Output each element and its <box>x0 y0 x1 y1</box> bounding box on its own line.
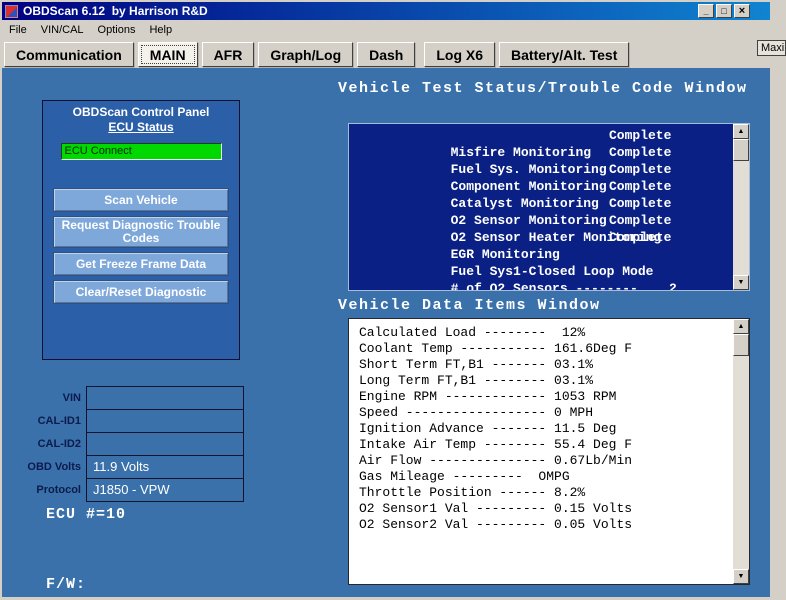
test-status-scrollbar[interactable]: ▲ ▼ <box>733 124 749 290</box>
menu-item[interactable]: Options <box>91 20 143 40</box>
panel-button[interactable]: Clear/Reset Diagnostic <box>53 280 229 304</box>
panel-button[interactable]: Request Diagnostic Trouble Codes <box>53 216 229 248</box>
panel-button[interactable]: Get Freeze Frame Data <box>53 252 229 276</box>
data-item-row[interactable]: O2 Sensor2 Val --------- 0.05 Volts <box>359 517 733 533</box>
field-label: CAL-ID1 <box>4 409 86 433</box>
field-label: OBD Volts <box>4 455 86 479</box>
data-item-row[interactable]: Intake Air Temp -------- 55.4 Deg F <box>359 437 733 453</box>
scroll-thumb[interactable] <box>733 139 749 161</box>
field-value-box[interactable] <box>86 386 244 410</box>
data-items-rows: Calculated Load -------- 12% Coolant Tem… <box>349 319 733 584</box>
test-result: Complete <box>609 212 671 229</box>
field-value-box[interactable]: J1850 - VPW <box>86 478 244 502</box>
control-panel-title: OBDScan Control Panel <box>43 105 239 119</box>
scroll-down-icon[interactable]: ▼ <box>733 275 749 290</box>
field-label: CAL-ID2 <box>4 432 86 456</box>
test-status-heading: Vehicle Test Status/Trouble Code Window <box>338 80 748 97</box>
data-item-row[interactable]: Throttle Position ------ 8.2% <box>359 485 733 501</box>
tab[interactable]: Communication <box>4 42 134 67</box>
test-result: Complete <box>609 195 671 212</box>
field-row: CAL-ID2 <box>4 432 254 456</box>
data-items-listbox[interactable]: Calculated Load -------- 12% Coolant Tem… <box>348 318 750 585</box>
field-row: Protocol J1850 - VPW <box>4 478 254 502</box>
field-value-box[interactable] <box>86 432 244 456</box>
test-status-row[interactable]: EGR Monitoring Complete <box>357 229 733 246</box>
test-status-row[interactable]: # of O2 Sensors -------- 2 <box>357 263 733 280</box>
scroll-down-icon[interactable]: ▼ <box>733 569 749 584</box>
field-row: OBD Volts 11.9 Volts <box>4 455 254 479</box>
data-item-row[interactable]: Short Term FT,B1 ------- 03.1% <box>359 357 733 373</box>
scroll-up-icon[interactable]: ▲ <box>733 319 749 334</box>
field-row: CAL-ID1 <box>4 409 254 433</box>
test-status-row[interactable]: O2 Sensor Heater Monitoring Complete <box>357 212 733 229</box>
edge-tooltip: Maxim <box>757 40 786 56</box>
data-item-row[interactable]: Ignition Advance ------- 11.5 Deg <box>359 421 733 437</box>
data-item-row[interactable]: Gas Mileage --------- OMPG <box>359 469 733 485</box>
data-item-row[interactable]: Calculated Load -------- 12% <box>359 325 733 341</box>
ecu-status-field: ECU Connect <box>61 143 222 160</box>
tab[interactable]: MAIN <box>138 42 198 67</box>
title-bar[interactable]: OBDScan 6.12 by Harrison R&D _ □ × <box>2 2 770 20</box>
test-status-row[interactable]: Fuel Sys. Monitoring Complete <box>357 144 733 161</box>
test-status-row[interactable]: Catalyst Monitoring Complete <box>357 178 733 195</box>
test-status-row[interactable]: Fuel Sys1-Closed Loop Mode <box>357 246 733 263</box>
test-result: Complete <box>609 229 671 246</box>
test-status-row[interactable]: OBDII <box>357 280 733 290</box>
firmware-label: F/W: <box>46 576 86 593</box>
field-value-box[interactable]: 11.9 Volts <box>86 455 244 479</box>
field-value-box[interactable] <box>86 409 244 433</box>
app-icon <box>5 5 18 18</box>
tab[interactable]: Battery/Alt. Test <box>499 42 629 67</box>
data-items-scrollbar[interactable]: ▲ ▼ <box>733 319 749 584</box>
test-result: Complete <box>609 178 671 195</box>
app-window: OBDScan 6.12 by Harrison R&D _ □ × File … <box>0 0 786 600</box>
close-button[interactable]: × <box>734 4 750 18</box>
test-status-row[interactable]: Misfire Monitoring Complete <box>357 127 733 144</box>
tab[interactable]: Graph/Log <box>258 42 353 67</box>
data-item-row[interactable]: Engine RPM ------------- 1053 RPM <box>359 389 733 405</box>
tab-strip: Communication MAIN AFR Graph/Log Dash Lo… <box>2 40 770 68</box>
ecu-count-text: ECU #=10 <box>46 506 126 523</box>
menu-item[interactable]: VIN/CAL <box>34 20 91 40</box>
data-item-row[interactable]: Long Term FT,B1 -------- 03.1% <box>359 373 733 389</box>
ecu-status-label: ECU Status <box>43 120 239 134</box>
data-item-row[interactable]: Speed ------------------ 0 MPH <box>359 405 733 421</box>
window-title: OBDScan 6.12 by Harrison R&D <box>23 4 208 18</box>
menu-item[interactable]: Help <box>142 20 179 40</box>
tab[interactable]: Log X6 <box>424 42 495 67</box>
panel-buttons: Scan Vehicle Request Diagnostic Trouble … <box>43 188 239 304</box>
menu-item[interactable]: File <box>2 20 34 40</box>
main-form: OBDScan Control Panel ECU Status ECU Con… <box>2 68 770 597</box>
test-result: Complete <box>609 144 671 161</box>
test-status-listbox[interactable]: Misfire Monitoring Complete Fuel Sys. Mo… <box>348 123 750 291</box>
test-status-row[interactable]: O2 Sensor Monitoring Complete <box>357 195 733 212</box>
minimize-button[interactable]: _ <box>698 4 714 18</box>
test-result: Complete <box>609 161 671 178</box>
test-result: Complete <box>609 127 671 144</box>
field-label: VIN <box>4 386 86 410</box>
maximize-button[interactable]: □ <box>716 4 732 18</box>
tab[interactable]: AFR <box>202 42 255 67</box>
scroll-thumb[interactable] <box>733 334 749 356</box>
test-status-rows: Misfire Monitoring Complete Fuel Sys. Mo… <box>349 124 733 290</box>
data-item-row[interactable]: Coolant Temp ----------- 161.6Deg F <box>359 341 733 357</box>
scroll-up-icon[interactable]: ▲ <box>733 124 749 139</box>
tab[interactable]: Dash <box>357 42 415 67</box>
test-status-row[interactable]: Component Monitoring Complete <box>357 161 733 178</box>
data-item-row[interactable]: Air Flow --------------- 0.67Lb/Min <box>359 453 733 469</box>
vehicle-fields: VIN CAL-ID1 CAL-ID2 OBD Volts 11.9 Volts <box>4 386 254 501</box>
field-row: VIN <box>4 386 254 410</box>
window-controls: _ □ × <box>698 4 750 18</box>
data-items-heading: Vehicle Data Items Window <box>338 297 601 314</box>
field-label: Protocol <box>4 478 86 502</box>
panel-button[interactable]: Scan Vehicle <box>53 188 229 212</box>
menu-bar: File VIN/CAL Options Help <box>2 20 770 40</box>
control-panel: OBDScan Control Panel ECU Status ECU Con… <box>42 100 240 360</box>
data-item-row[interactable]: O2 Sensor1 Val --------- 0.15 Volts <box>359 501 733 517</box>
